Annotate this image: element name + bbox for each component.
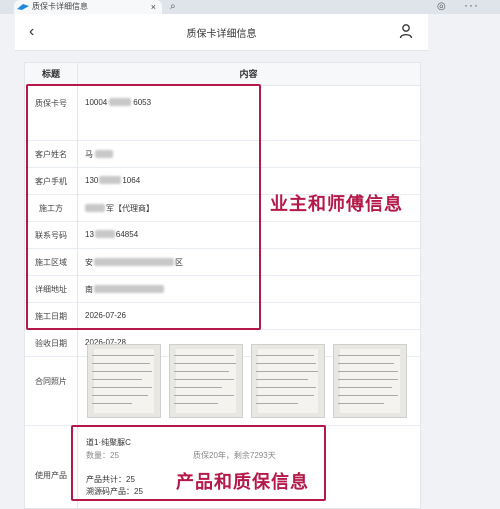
- contract-photo[interactable]: [333, 344, 407, 418]
- row-label: 使用产品: [35, 471, 67, 480]
- col-title-header: 标题: [41, 69, 60, 79]
- table-row: 合同照片: [25, 336, 420, 426]
- owner-master-highlight-box: [26, 84, 261, 330]
- table-header: 标题 内容: [25, 63, 420, 86]
- user-icon[interactable]: [398, 23, 414, 39]
- contract-photo[interactable]: [251, 344, 325, 418]
- contract-photo[interactable]: [87, 344, 161, 418]
- row-label: 合同照片: [35, 377, 67, 386]
- browser-favicon: [17, 4, 29, 10]
- contract-photo[interactable]: [169, 344, 243, 418]
- tab-close-icon[interactable]: ×: [151, 0, 156, 14]
- search-icon[interactable]: ⌕: [170, 0, 176, 14]
- tab-title: 质保卡详细信息: [32, 2, 88, 11]
- product-warranty-annotation: 产品和质保信息: [176, 472, 309, 492]
- page-title: 质保卡详细信息: [186, 29, 257, 40]
- app-header: ‹ 质保卡详细信息: [15, 14, 428, 51]
- more-icon[interactable]: ···: [464, 0, 479, 12]
- col-content-header: 内容: [239, 69, 258, 79]
- globe-icon[interactable]: ◎: [437, 0, 446, 14]
- owner-master-annotation: 业主和师傅信息: [270, 194, 403, 214]
- browser-tab[interactable]: 质保卡详细信息 ×: [14, 0, 162, 14]
- browser-chrome: 质保卡详细信息 × ⌕ ◎ ···: [0, 0, 500, 14]
